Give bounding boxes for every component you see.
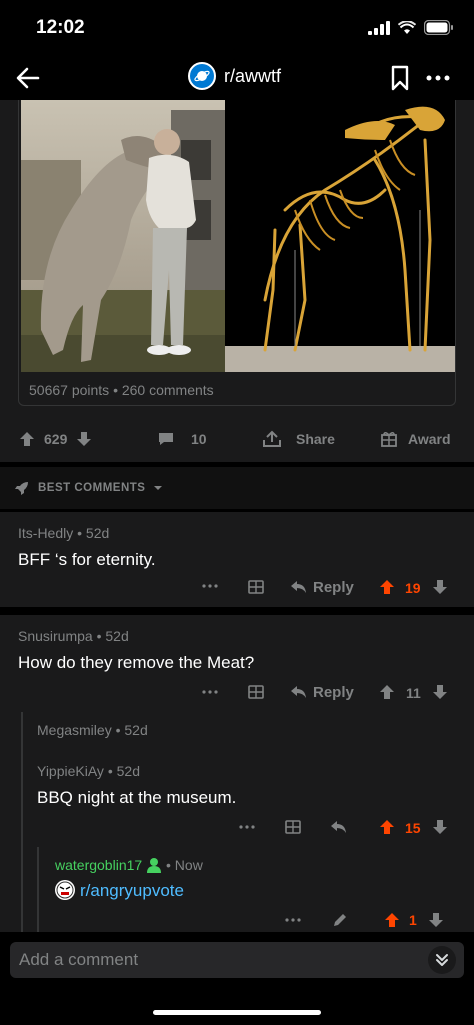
downvote-icon[interactable] bbox=[431, 578, 449, 596]
award-button[interactable]: Award bbox=[380, 424, 451, 454]
comment-author[interactable]: YippieKiAy • 52d bbox=[37, 763, 140, 779]
comment-body: BBQ night at the museum. bbox=[37, 788, 237, 807]
planet-icon bbox=[194, 70, 210, 82]
post-media[interactable]: 50667 points • 260 comments bbox=[18, 100, 456, 406]
post-stats: 50667 points • 260 comments bbox=[29, 382, 214, 398]
share-icon bbox=[263, 430, 281, 447]
upvote-icon[interactable] bbox=[18, 430, 36, 448]
comment-count: 10 bbox=[191, 431, 207, 447]
rage-face-icon bbox=[55, 880, 75, 900]
more-options-icon[interactable] bbox=[239, 823, 255, 831]
rocket-icon bbox=[15, 482, 28, 495]
expand-composer-button[interactable] bbox=[428, 946, 456, 974]
battery-icon bbox=[424, 20, 453, 35]
reply-icon[interactable] bbox=[330, 819, 348, 835]
nav-bar: r/awwtf bbox=[0, 56, 474, 100]
more-options-icon[interactable] bbox=[285, 916, 301, 924]
status-icons bbox=[368, 20, 454, 35]
reply-icon[interactable] bbox=[290, 684, 308, 700]
upvote-icon[interactable] bbox=[378, 578, 396, 596]
subreddit-header[interactable]: r/awwtf bbox=[188, 62, 281, 90]
downvote-icon[interactable] bbox=[431, 683, 449, 701]
upvote-icon[interactable] bbox=[378, 683, 396, 701]
bookmark-icon[interactable] bbox=[389, 65, 411, 91]
downvote-icon[interactable] bbox=[431, 818, 449, 836]
wifi-icon bbox=[398, 20, 416, 34]
comment-thread: Snusirumpa • 52d How do they remove the … bbox=[0, 615, 474, 932]
comment-sort-bar: BEST COMMENTS bbox=[0, 466, 474, 510]
comment-icon bbox=[159, 433, 173, 445]
comment-age: • Now bbox=[166, 857, 203, 873]
post-score: 629 bbox=[44, 431, 68, 447]
sort-dropdown[interactable]: BEST COMMENTS bbox=[14, 480, 163, 496]
thread-line[interactable] bbox=[21, 712, 23, 932]
share-button[interactable]: Share bbox=[262, 424, 335, 454]
collapsed-comment-author[interactable]: Megasmiley • 52d bbox=[37, 722, 148, 738]
comments-button[interactable]: 10 bbox=[157, 424, 207, 454]
edit-pencil-icon[interactable] bbox=[331, 911, 349, 929]
home-indicator[interactable] bbox=[153, 1010, 321, 1015]
upvote-icon[interactable] bbox=[378, 818, 396, 836]
comment-item: Its-Hedly • 52d BFF ‘s for eternity. Rep… bbox=[0, 512, 474, 607]
dog-photo bbox=[21, 100, 225, 372]
subreddit-name: r/awwtf bbox=[224, 65, 282, 86]
thread-line[interactable] bbox=[37, 847, 39, 932]
sort-label: BEST COMMENTS bbox=[38, 482, 146, 494]
back-arrow-icon[interactable] bbox=[14, 64, 42, 92]
more-options-icon[interactable] bbox=[202, 688, 218, 696]
subreddit-avatar bbox=[188, 62, 216, 90]
comment-score: 15 bbox=[405, 820, 421, 836]
comment-body: BFF ‘s for eternity. bbox=[18, 550, 156, 569]
signal-icon bbox=[368, 20, 390, 35]
comment-author[interactable]: Its-Hedly • 52d bbox=[18, 525, 109, 541]
post-actions: 629 10 Share Award bbox=[0, 424, 474, 454]
comment-score: 19 bbox=[405, 580, 421, 596]
gift-icon[interactable] bbox=[247, 577, 265, 595]
comment-body: How do they remove the Meat? bbox=[18, 653, 255, 672]
reply-icon[interactable] bbox=[290, 579, 308, 595]
upvote-icon[interactable] bbox=[383, 911, 401, 929]
share-label: Share bbox=[296, 431, 335, 447]
reply-label[interactable]: Reply bbox=[313, 579, 354, 596]
gift-icon[interactable] bbox=[284, 817, 302, 835]
op-user-icon bbox=[147, 858, 161, 873]
add-comment-placeholder: Add a comment bbox=[19, 950, 139, 969]
comment-score: 11 bbox=[406, 685, 421, 701]
comment-author[interactable]: watergoblin17 bbox=[55, 857, 142, 873]
double-chevron-down-icon bbox=[436, 954, 448, 966]
post-card: 50667 points • 260 comments 629 10 Share… bbox=[0, 100, 474, 462]
subreddit-link[interactable]: r/angryupvote bbox=[80, 881, 184, 901]
status-bar: 12:02 bbox=[0, 0, 474, 56]
more-options-icon[interactable] bbox=[202, 582, 218, 590]
gift-icon bbox=[381, 431, 397, 447]
more-options-icon[interactable] bbox=[424, 64, 452, 92]
comment-author[interactable]: Snusirumpa • 52d bbox=[18, 628, 129, 644]
award-label: Award bbox=[408, 431, 451, 447]
skeleton-photo bbox=[225, 100, 455, 372]
status-time: 12:02 bbox=[36, 17, 85, 38]
add-comment-input[interactable]: Add a comment bbox=[10, 942, 464, 978]
downvote-icon[interactable] bbox=[75, 430, 93, 448]
post-vote-control: 629 bbox=[18, 424, 93, 454]
chevron-down-icon bbox=[154, 486, 163, 490]
gift-icon[interactable] bbox=[247, 682, 265, 700]
comment-score: 1 bbox=[409, 912, 417, 928]
downvote-icon[interactable] bbox=[427, 911, 445, 929]
reply-label[interactable]: Reply bbox=[313, 684, 354, 701]
